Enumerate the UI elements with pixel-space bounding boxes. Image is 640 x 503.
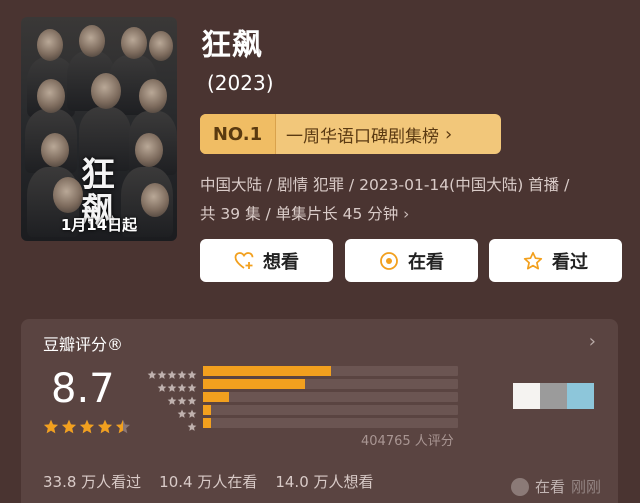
stat-watching[interactable]: 10.4 万人在看	[159, 471, 257, 492]
show-year: (2023)	[207, 71, 274, 95]
rating-bar-fill	[203, 392, 229, 402]
rating-star-icon	[44, 419, 58, 434]
color-swatch	[567, 383, 594, 409]
rating-bar-track	[203, 366, 458, 376]
rank-badge: NO.1	[200, 114, 276, 154]
poster-date: 1月14日起	[60, 216, 138, 234]
rating-distribution	[141, 365, 461, 435]
show-meta[interactable]: 中国大陆 / 剧情 犯罪 / 2023-01-14(中国大陆) 首播 / 共 3…	[200, 171, 620, 229]
stat-watched[interactable]: 33.8 万人看过	[43, 471, 141, 492]
mini-stars	[141, 391, 197, 405]
show-title: 狂飙	[201, 28, 263, 63]
rating-bar-fill	[203, 418, 211, 428]
color-swatch	[513, 383, 540, 409]
heart-plus-icon	[234, 251, 254, 269]
rating-score: 8.7	[51, 366, 115, 412]
meta-line-2-wrap: 共 39 集 / 单集片长 45 分钟 ›	[200, 200, 620, 229]
avatar	[511, 477, 529, 496]
watched-label: 看过	[552, 251, 588, 273]
want-button[interactable]: 想看	[200, 239, 333, 282]
chevron-right-icon: ›	[403, 205, 410, 223]
rating-star-icon	[62, 419, 76, 434]
rating-count: 404765 人评分	[361, 434, 454, 449]
mini-stars	[141, 417, 197, 431]
watching-button[interactable]: 在看	[345, 239, 478, 282]
watch-stats: 33.8 万人看过 10.4 万人在看 14.0 万人想看	[43, 471, 374, 492]
rating-bar-track	[203, 418, 458, 428]
meta-line-2: 共 39 集 / 单集片长 45 分钟	[200, 205, 399, 223]
star-outline-icon	[523, 251, 543, 269]
mini-stars	[141, 365, 197, 379]
rank-label: 一周华语口碑剧集榜	[286, 126, 439, 147]
rating-row-2-star	[141, 404, 461, 418]
friend-status-label: 在看	[535, 478, 566, 496]
rating-row-3-star	[141, 391, 461, 405]
watched-button[interactable]: 看过	[489, 239, 622, 282]
friend-status-extra: 刚刚	[571, 478, 602, 496]
poster-image[interactable]: 狂飙 1月14日起	[21, 17, 177, 241]
target-icon	[380, 251, 398, 270]
rating-bar-track	[203, 379, 458, 389]
movie-page: 狂飙 1月14日起 狂飙 (2023) NO.1 一周华语口碑剧集榜 › 中国大…	[0, 0, 640, 503]
rank-banner[interactable]: NO.1 一周华语口碑剧集榜 ›	[200, 114, 501, 154]
rating-bar-fill	[203, 405, 211, 415]
rank-label-wrap: 一周华语口碑剧集榜 ›	[276, 122, 501, 147]
rating-stars	[43, 419, 131, 435]
watching-label: 在看	[408, 251, 444, 273]
action-buttons: 想看 在看 看过	[200, 239, 622, 282]
rating-bar-track	[203, 392, 458, 402]
friend-status[interactable]: 在看 刚刚	[511, 476, 601, 497]
rating-bar-fill	[203, 366, 331, 376]
color-swatch	[540, 383, 567, 409]
mini-stars	[141, 404, 197, 418]
want-label: 想看	[263, 251, 299, 273]
rating-bar-track	[203, 405, 458, 415]
rating-bar-fill	[203, 379, 305, 389]
meta-line-1: 中国大陆 / 剧情 犯罪 / 2023-01-14(中国大陆) 首播 /	[200, 176, 570, 194]
rating-star-icon	[116, 419, 130, 434]
rating-row-4-star	[141, 378, 461, 392]
chevron-right-icon: ›	[445, 123, 453, 145]
rating-card[interactable]: 豆瓣评分® › 8.7 404765 人评分 33.8 万人看过 10.4 万人…	[21, 319, 618, 503]
mini-stars	[141, 378, 197, 392]
rating-row-5-star	[141, 365, 461, 379]
rating-star-icon	[98, 419, 112, 434]
stat-want[interactable]: 14.0 万人想看	[275, 471, 373, 492]
rating-star-icon	[80, 419, 94, 434]
mini-star-icon	[187, 422, 197, 431]
rating-row-1-star	[141, 417, 461, 431]
rating-swatches	[513, 383, 594, 409]
chevron-right-icon[interactable]: ›	[589, 331, 596, 352]
rating-header: 豆瓣评分®	[43, 335, 124, 354]
